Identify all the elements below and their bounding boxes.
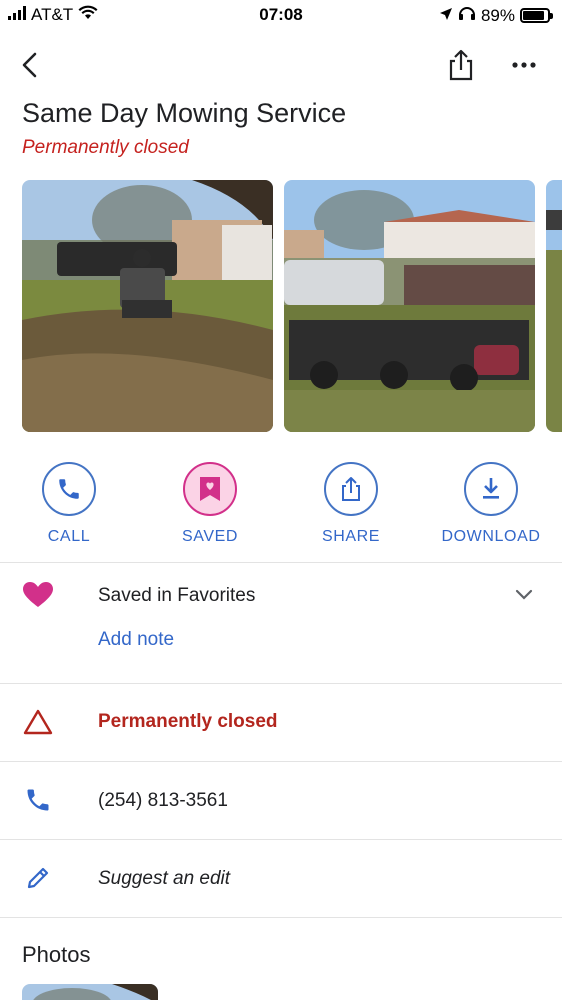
headphones-icon	[458, 5, 476, 26]
wifi-icon	[78, 5, 98, 25]
action-bar: CALL SAVED SHARE DOWNLOAD	[0, 462, 562, 552]
suggest-edit-link[interactable]: Suggest an edit	[98, 868, 230, 890]
photos-heading: Photos	[22, 942, 91, 967]
download-label: DOWNLOAD	[441, 528, 541, 545]
share-icon[interactable]	[446, 48, 476, 82]
heart-icon	[22, 579, 54, 611]
signal-bars-icon	[8, 5, 26, 25]
divider	[0, 839, 562, 840]
saved-button[interactable]: SAVED	[150, 462, 270, 546]
divider	[0, 917, 562, 918]
phone-icon	[42, 462, 96, 516]
call-label: CALL	[47, 528, 91, 545]
location-arrow-icon	[439, 6, 453, 26]
divider	[0, 683, 562, 684]
pencil-icon	[22, 862, 54, 894]
place-status: Permanently closed	[22, 137, 189, 158]
phone-icon	[22, 784, 54, 816]
warning-triangle-icon	[22, 706, 54, 738]
divider	[0, 761, 562, 762]
battery-percent: 89%	[480, 5, 515, 25]
back-chevron-icon[interactable]	[16, 50, 46, 80]
more-dots-icon[interactable]	[508, 54, 540, 76]
divider	[0, 562, 562, 563]
phone-number[interactable]: (254) 813-3561	[98, 790, 228, 812]
saved-label: SAVED	[181, 528, 239, 545]
photo-mower-on-lawn[interactable]	[22, 180, 273, 432]
photo-partial[interactable]	[546, 180, 562, 432]
photo-carousel[interactable]	[22, 180, 562, 432]
download-icon	[464, 462, 518, 516]
status-bar: AT&T 07:08 89%	[0, 0, 562, 30]
photo-mowers-parked[interactable]	[284, 180, 535, 432]
carrier-label: AT&T	[31, 5, 74, 24]
closed-status-text: Permanently closed	[98, 711, 278, 732]
share-button[interactable]: SHARE	[291, 462, 411, 546]
battery-icon	[520, 8, 553, 23]
top-nav	[0, 40, 562, 92]
bookmark-heart-icon	[183, 462, 237, 516]
call-button[interactable]: CALL	[9, 462, 129, 546]
download-button[interactable]: DOWNLOAD	[431, 462, 551, 546]
photo-thumbnail[interactable]	[22, 984, 158, 1000]
share-icon	[324, 462, 378, 516]
share-label: SHARE	[321, 528, 381, 545]
saved-list-name: Saved in Favorites	[98, 585, 256, 606]
add-note-link[interactable]: Add note	[98, 629, 174, 651]
chevron-down-icon[interactable]	[512, 585, 536, 605]
place-title: Same Day Mowing Service	[22, 98, 347, 128]
